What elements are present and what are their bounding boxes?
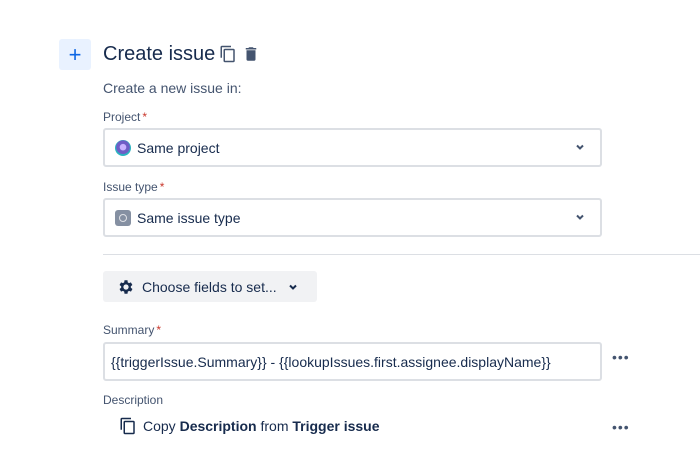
required-marker: *	[142, 110, 148, 124]
copy-source: Trigger issue	[292, 418, 380, 434]
choose-fields-button[interactable]: Choose fields to set...	[103, 271, 317, 302]
project-value: Same project	[137, 139, 220, 156]
project-label-text: Project	[103, 110, 141, 124]
page-title: Create issue	[103, 43, 216, 65]
issue-type-label: Issue type *	[103, 180, 164, 194]
from-text: from	[260, 418, 289, 434]
summary-label-text: Summary	[103, 323, 155, 337]
chevron-down-icon	[576, 144, 584, 150]
choose-fields-label: Choose fields to set...	[142, 278, 277, 295]
summary-more-button[interactable]: •••	[612, 349, 632, 365]
issue-type-label-text: Issue type	[103, 180, 158, 194]
description-copy-row: Copy Description from Trigger issue	[119, 417, 380, 435]
action-add-icon: +	[59, 39, 91, 70]
summary-label: Summary *	[103, 323, 161, 337]
required-marker: *	[159, 180, 165, 194]
copy-field: Description	[179, 418, 257, 434]
copy-icon[interactable]	[219, 45, 237, 63]
subtitle: Create a new issue in:	[103, 80, 242, 96]
project-label: Project *	[103, 110, 147, 124]
issue-type-select[interactable]: Same issue type	[103, 198, 602, 237]
project-select[interactable]: Same project	[103, 128, 602, 167]
project-avatar-icon	[115, 139, 131, 156]
issue-type-value: Same issue type	[137, 209, 241, 226]
divider	[103, 254, 700, 255]
required-marker: *	[156, 323, 162, 337]
gear-icon	[119, 279, 133, 294]
trash-icon[interactable]	[242, 45, 260, 63]
description-label: Description	[103, 393, 164, 407]
summary-input[interactable]: {{triggerIssue.Summary}} - {{lookupIssue…	[103, 342, 602, 381]
issue-type-icon	[115, 209, 131, 226]
chevron-down-icon	[576, 214, 584, 220]
description-more-button[interactable]: •••	[612, 419, 632, 435]
chevron-down-icon	[288, 284, 297, 290]
copy-text: Copy	[143, 418, 176, 434]
copy-icon	[120, 417, 135, 435]
